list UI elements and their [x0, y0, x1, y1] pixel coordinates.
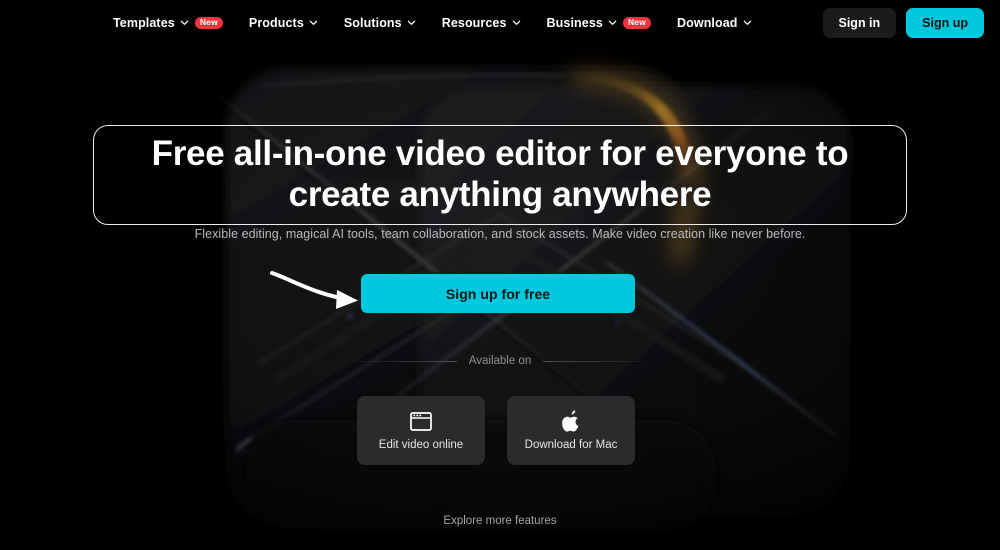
account-actions: Sign in Sign up — [822, 7, 984, 38]
nav-item-download[interactable]: Download — [677, 16, 752, 30]
platform-label: Download for Mac — [524, 439, 618, 451]
platform-label: Edit video online — [378, 439, 464, 451]
landing-page: Templates New Products Solutions Resourc… — [0, 0, 1000, 550]
explore-more-features-link[interactable]: Explore more features — [0, 515, 1000, 527]
chevron-down-icon — [309, 18, 318, 27]
nav-item-resources[interactable]: Resources — [442, 16, 521, 30]
hero-subtitle: Flexible editing, magical AI tools, team… — [194, 227, 806, 241]
chevron-down-icon — [743, 18, 752, 27]
page-title: Free all-in-one video editor for everyon… — [151, 134, 849, 214]
nav-item-label: Templates — [113, 15, 175, 30]
primary-nav-links: Templates New Products Solutions Resourc… — [113, 16, 752, 30]
top-navigation-bar: Templates New Products Solutions Resourc… — [0, 0, 1000, 45]
nav-item-business[interactable]: Business New — [546, 15, 652, 30]
nav-badge-new: New — [194, 16, 223, 29]
nav-item-label: Resources — [441, 15, 507, 30]
download-for-mac-card[interactable]: Download for Mac — [507, 396, 635, 465]
sign-in-button[interactable]: Sign in — [822, 7, 897, 38]
chevron-down-icon — [180, 18, 189, 27]
edit-video-online-card[interactable]: Edit video online — [357, 396, 485, 465]
browser-window-icon — [410, 410, 432, 432]
chevron-down-icon — [407, 18, 416, 27]
nav-item-templates[interactable]: Templates New — [113, 16, 223, 30]
nav-item-label: Products — [248, 15, 304, 30]
nav-item-label: Business — [546, 15, 603, 30]
curved-arrow-icon — [268, 269, 368, 315]
platform-cards: Edit video online Download for Mac — [357, 396, 635, 465]
nav-item-label: Solutions — [343, 15, 402, 30]
available-on-divider: Available on — [355, 355, 646, 367]
sign-up-button[interactable]: Sign up — [906, 7, 984, 38]
hero-section: Free all-in-one video editor for everyon… — [0, 0, 1000, 550]
nav-item-solutions[interactable]: Solutions — [344, 16, 416, 30]
cta-container: Sign up for free — [361, 274, 635, 313]
nav-item-products[interactable]: Products — [249, 16, 318, 30]
apple-logo-icon — [560, 410, 582, 432]
divider-line-left — [355, 360, 457, 362]
available-on-label: Available on — [468, 355, 532, 367]
chevron-down-icon — [608, 18, 617, 27]
headline-outline-box: Free all-in-one video editor for everyon… — [93, 125, 907, 225]
divider-line-right — [543, 360, 646, 362]
chevron-down-icon — [512, 18, 521, 27]
nav-badge-new: New — [622, 16, 652, 29]
sign-up-for-free-button[interactable]: Sign up for free — [361, 274, 635, 313]
nav-item-label: Download — [677, 15, 738, 30]
